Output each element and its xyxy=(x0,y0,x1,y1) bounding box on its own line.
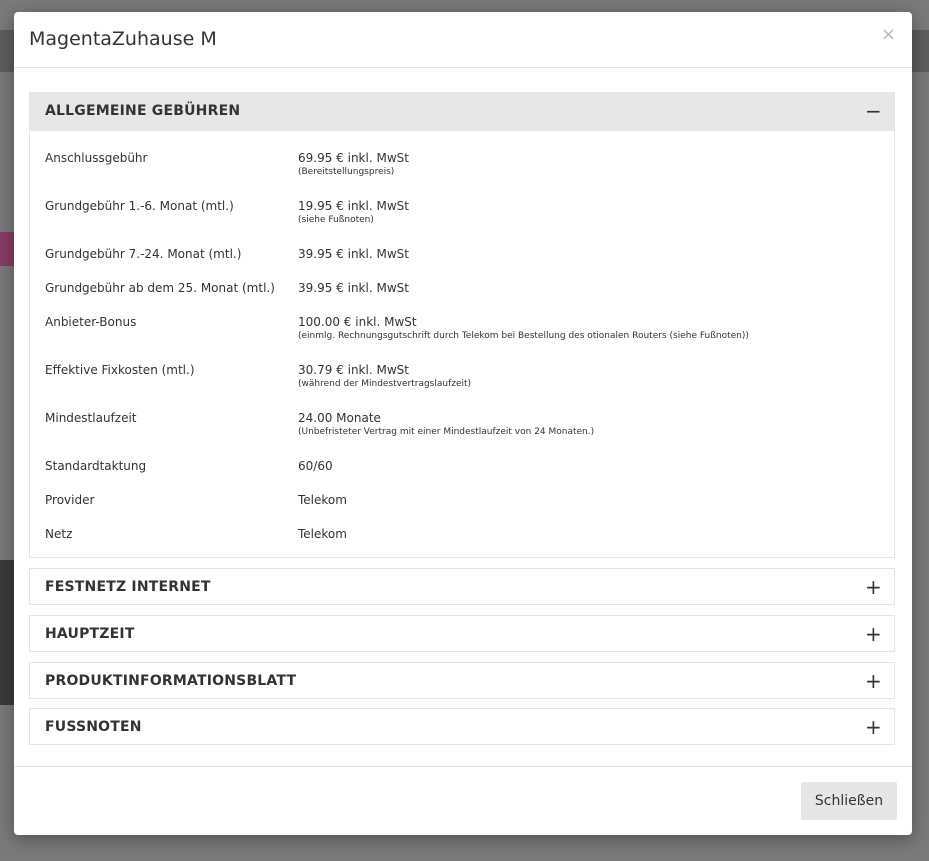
section-produktinformationsblatt: PRODUKTINFORMATIONSBLATT + xyxy=(29,662,895,699)
section-title: HAUPTZEIT xyxy=(45,626,135,642)
fee-label: Netz xyxy=(45,527,73,541)
fee-label: Anbieter-Bonus xyxy=(45,315,137,329)
section-header-produktinformationsblatt[interactable]: PRODUKTINFORMATIONSBLATT + xyxy=(30,663,894,699)
fee-value: 24.00 Monate xyxy=(298,411,381,425)
fee-value: 60/60 xyxy=(298,459,333,473)
section-title: ALLGEMEINE GEBÜHREN xyxy=(45,103,241,119)
background-logo-fragment xyxy=(0,232,14,266)
section-title: FUSSNOTEN xyxy=(45,719,142,735)
section-header-allgemeine-gebuehren[interactable]: ALLGEMEINE GEBÜHREN − xyxy=(30,93,894,131)
fee-value: 39.95 € inkl. MwSt xyxy=(298,247,409,261)
fee-value: Telekom xyxy=(298,493,347,507)
modal-header: MagentaZuhause M × xyxy=(14,12,912,68)
collapse-icon[interactable]: − xyxy=(865,101,882,121)
section-fussnoten: FUSSNOTEN + xyxy=(29,708,895,745)
section-allgemeine-gebuehren: ALLGEMEINE GEBÜHREN − Anschlussgebühr 69… xyxy=(29,92,895,558)
fee-note: (während der Mindestvertragslaufzeit) xyxy=(298,379,472,389)
section-festnetz-internet: FESTNETZ INTERNET + xyxy=(29,568,895,605)
section-header-festnetz-internet[interactable]: FESTNETZ INTERNET + xyxy=(30,569,894,605)
fee-label: Grundgebühr 7.-24. Monat (mtl.) xyxy=(45,247,242,261)
fee-value: Telekom xyxy=(298,527,347,541)
close-button[interactable]: Schließen xyxy=(801,782,897,820)
fee-value: 30.79 € inkl. MwSt xyxy=(298,363,409,377)
fee-value: 39.95 € inkl. MwSt xyxy=(298,281,409,295)
fee-note: (einmlg. Rechnungsgutschrift durch Telek… xyxy=(298,331,749,341)
expand-icon[interactable]: + xyxy=(865,671,882,691)
fee-label: Standardtaktung xyxy=(45,459,147,473)
fee-label: Grundgebühr 1.-6. Monat (mtl.) xyxy=(45,199,234,213)
fee-label: Mindestlaufzeit xyxy=(45,411,137,425)
section-header-fussnoten[interactable]: FUSSNOTEN + xyxy=(30,709,894,745)
section-hauptzeit: HAUPTZEIT + xyxy=(29,615,895,652)
fee-label: Grundgebühr ab dem 25. Monat (mtl.) xyxy=(45,281,275,295)
background-image-fragment xyxy=(0,560,14,705)
tariff-details-modal: MagentaZuhause M × ALLGEMEINE GEBÜHREN −… xyxy=(14,12,912,835)
section-title: PRODUKTINFORMATIONSBLATT xyxy=(45,673,297,689)
fee-value: 100.00 € inkl. MwSt xyxy=(298,315,417,329)
fee-label: Anschlussgebühr xyxy=(45,151,148,165)
fee-label: Effektive Fixkosten (mtl.) xyxy=(45,363,195,377)
fee-note: (Unbefristeter Vertrag mit einer Mindest… xyxy=(298,427,595,437)
fee-note: (siehe Fußnoten) xyxy=(298,215,374,225)
section-title: FESTNETZ INTERNET xyxy=(45,579,211,595)
expand-icon[interactable]: + xyxy=(865,717,882,737)
fee-value: 19.95 € inkl. MwSt xyxy=(298,199,409,213)
expand-icon[interactable]: + xyxy=(865,624,882,644)
modal-footer: Schließen xyxy=(14,766,912,836)
fee-value: 69.95 € inkl. MwSt xyxy=(298,151,409,165)
modal-title: MagentaZuhause M xyxy=(29,28,217,50)
expand-icon[interactable]: + xyxy=(865,577,882,597)
section-header-hauptzeit[interactable]: HAUPTZEIT + xyxy=(30,616,894,652)
fee-note: (Bereitstellungspreis) xyxy=(298,167,395,177)
close-icon[interactable]: × xyxy=(881,26,896,44)
fee-label: Provider xyxy=(45,493,95,507)
